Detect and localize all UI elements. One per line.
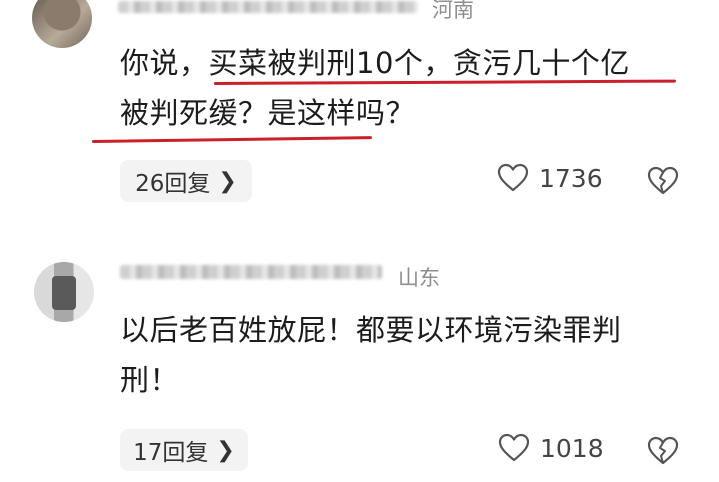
broken-heart-icon[interactable]: [647, 166, 679, 196]
view-replies-button[interactable]: 26回复 ❯: [120, 160, 252, 202]
comment-text: 以后老百姓放屁！都要以环境污染罪判 刑！: [120, 305, 690, 405]
avatar[interactable]: [32, 0, 92, 48]
comment-item: 河南 你说，买菜被判刑10个，贪污几十个亿 被判死缓？是这样吗？ 26回复 ❯ …: [0, 0, 719, 240]
like-count: 1018: [540, 433, 604, 463]
heart-outline-icon: [498, 433, 530, 462]
view-replies-button[interactable]: 17回复 ❯: [120, 429, 248, 471]
like-button[interactable]: 1018: [498, 433, 604, 463]
comment-text-line: 刑！: [120, 363, 180, 397]
location-label: 河南: [432, 0, 474, 22]
reply-count-label: 26回复: [135, 171, 211, 197]
reply-count-label: 17回复: [133, 440, 209, 466]
like-button[interactable]: 1736: [497, 163, 603, 193]
comment-text-line: 被判死缓？是这样吗？: [120, 96, 416, 130]
username-blurred[interactable]: [120, 265, 382, 279]
location-label: 山东: [398, 266, 440, 290]
comment-text-line: 以后老百姓放屁！都要以环境污染罪判: [120, 313, 622, 347]
heart-outline-icon: [497, 163, 529, 192]
chevron-right-icon: ❯: [216, 437, 235, 463]
like-count: 1736: [539, 163, 603, 193]
comment-text: 你说，买菜被判刑10个，贪污几十个亿 被判死缓？是这样吗？: [120, 38, 700, 138]
username-blurred[interactable]: [118, 1, 418, 13]
avatar[interactable]: [34, 262, 94, 322]
chevron-right-icon: ❯: [218, 168, 237, 194]
broken-heart-icon[interactable]: [647, 436, 679, 466]
